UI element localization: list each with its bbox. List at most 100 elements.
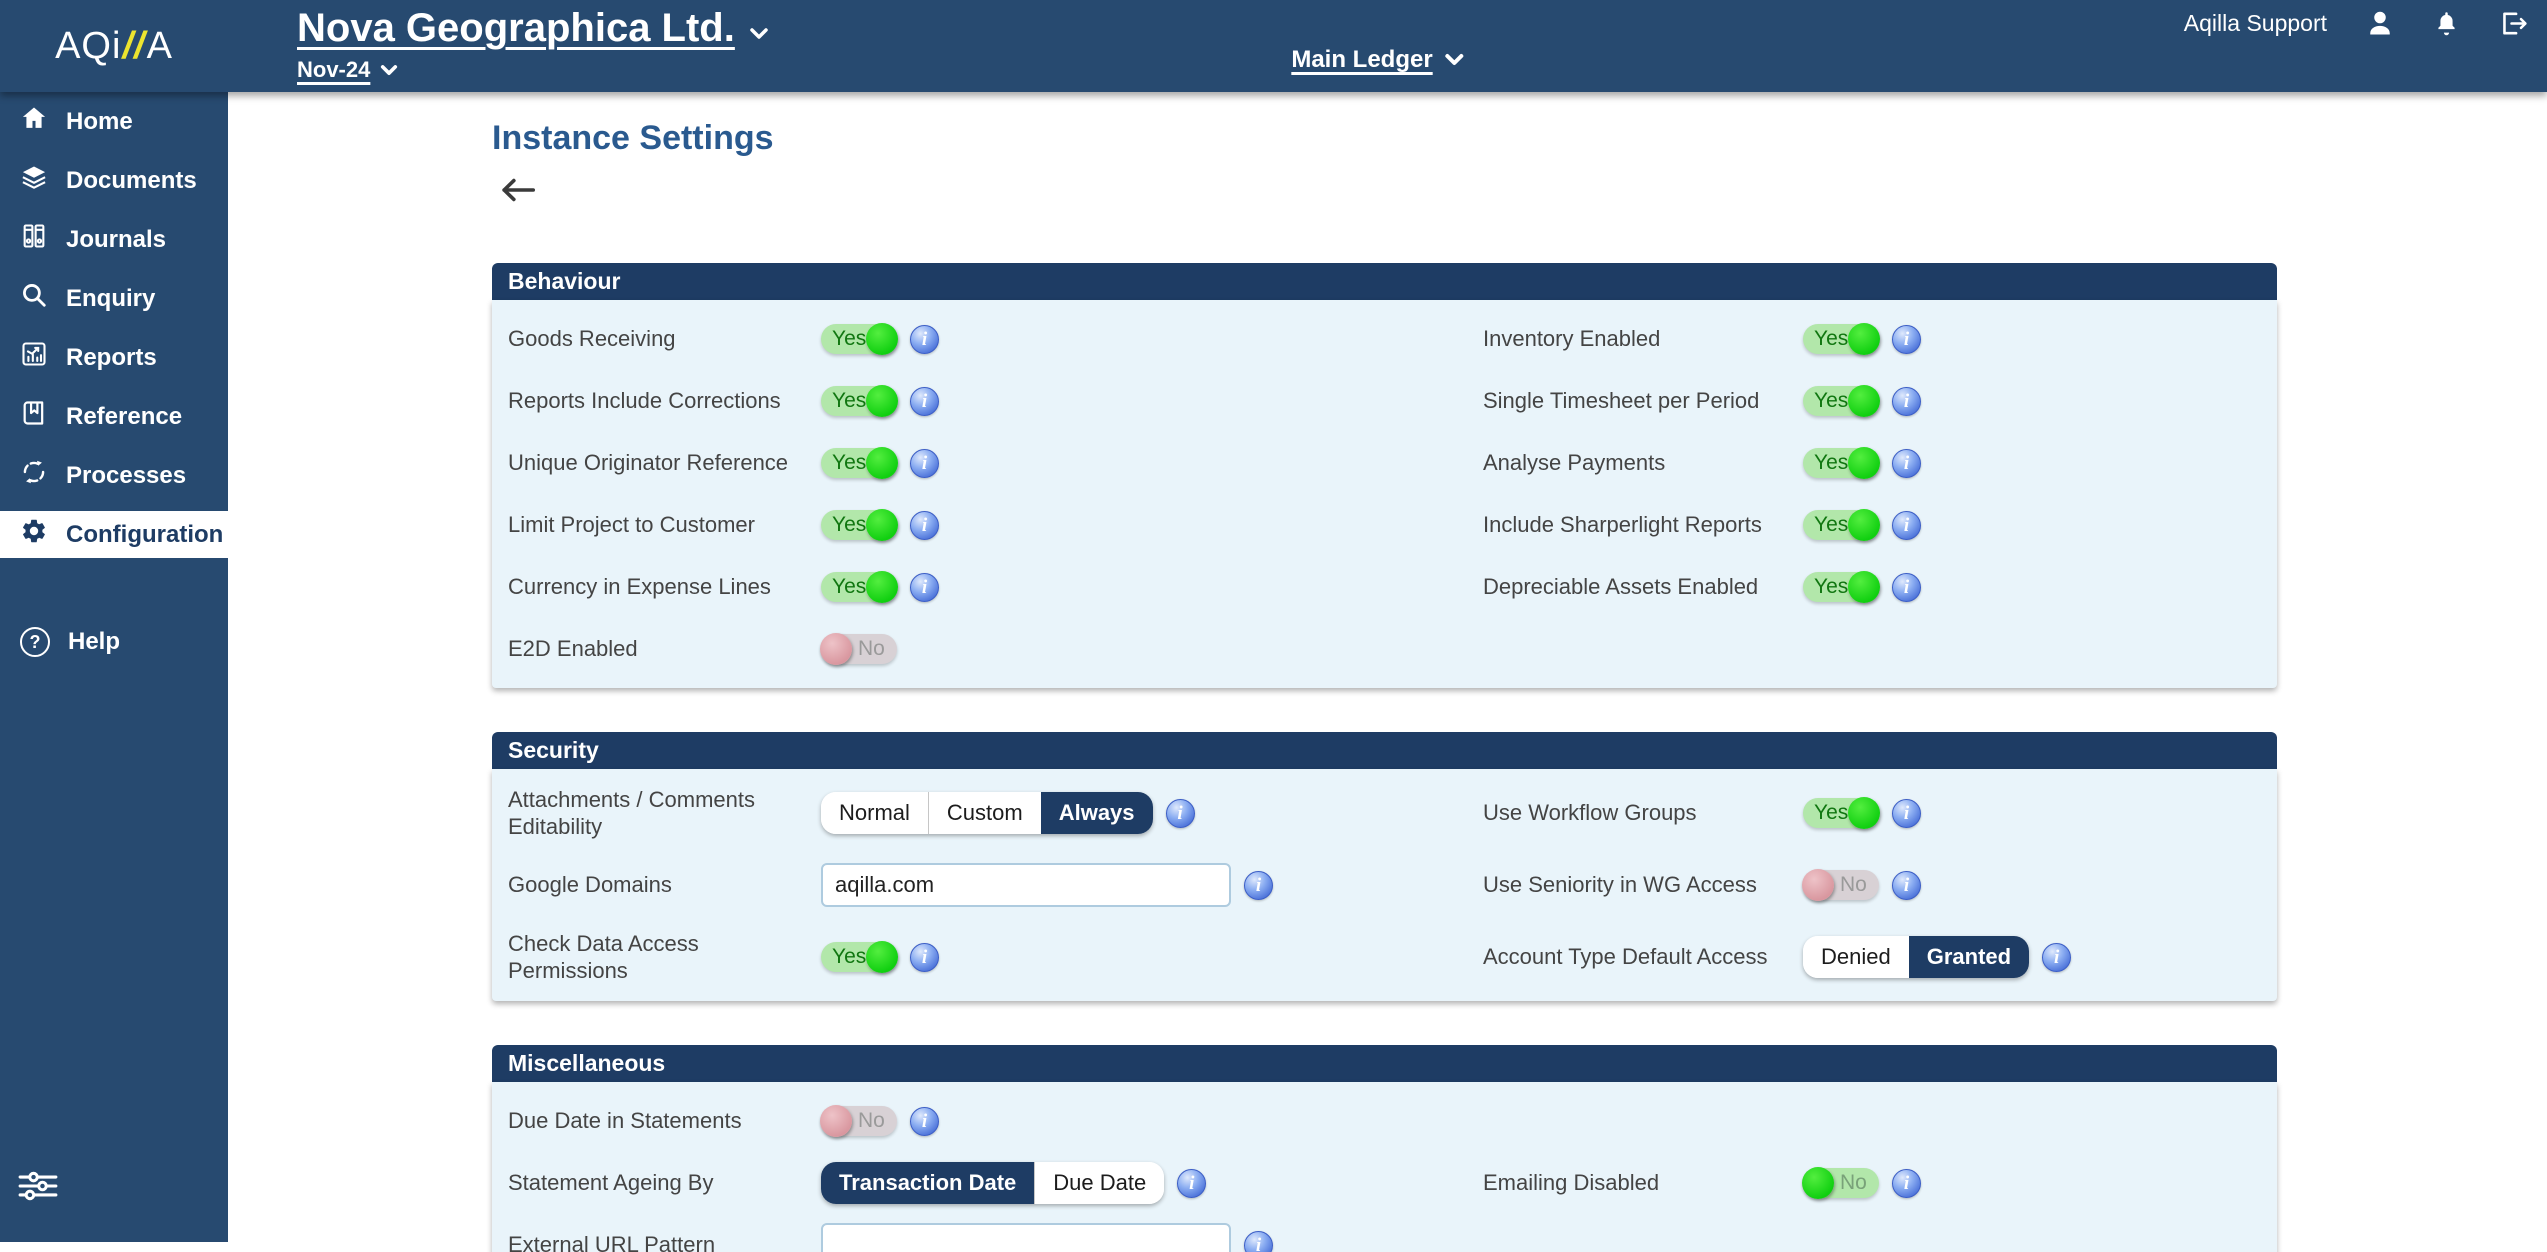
sidebar-item-enquiry[interactable]: Enquiry <box>0 269 228 328</box>
sidebar-item-label: Enquiry <box>66 285 155 313</box>
info-icon[interactable] <box>1892 871 1921 900</box>
sidebar-item-label: Processes <box>66 462 186 490</box>
info-icon[interactable] <box>910 325 939 354</box>
back-arrow-button[interactable] <box>500 176 536 209</box>
google-domains-input[interactable] <box>821 863 1231 907</box>
app-logo[interactable]: AQi//A <box>0 0 228 92</box>
info-icon[interactable] <box>910 511 939 540</box>
setting-label: Attachments / Comments Editability <box>508 786 821 841</box>
info-icon[interactable] <box>910 943 939 972</box>
info-icon[interactable] <box>910 387 939 416</box>
period-dropdown[interactable]: Nov-24 <box>297 57 769 83</box>
page-title: Instance Settings <box>492 118 2547 158</box>
info-icon[interactable] <box>910 1107 939 1136</box>
sidebar-item-journals[interactable]: Journals <box>0 210 228 269</box>
sidebar-item-label: Documents <box>66 167 197 195</box>
inventory-enabled-toggle[interactable]: Yes <box>1803 324 1879 354</box>
emailing-disabled-toggle[interactable]: No <box>1803 1168 1879 1198</box>
toggle-state-label: No <box>858 1106 885 1136</box>
toggle-knob <box>1848 323 1880 355</box>
setting-label: Inventory Enabled <box>1483 325 1803 353</box>
info-icon[interactable] <box>910 573 939 602</box>
user-name[interactable]: Aqilla Support <box>2184 10 2327 37</box>
toggle-state-label: No <box>1840 870 1867 900</box>
toggle-state-label: Yes <box>832 386 866 416</box>
top-bar: AQi//A Nova Geographica Ltd. Nov-24 Main… <box>0 0 2547 92</box>
info-icon[interactable] <box>1166 799 1195 828</box>
single-timesheet-per-period-toggle[interactable]: Yes <box>1803 386 1879 416</box>
segment-option-denied[interactable]: Denied <box>1803 936 1909 978</box>
sidebar-item-configuration[interactable]: Configuration <box>0 511 228 558</box>
settings-row: Unique Originator Reference Yes Analyse … <box>492 432 2277 494</box>
sidebar-item-processes[interactable]: Processes <box>0 446 228 505</box>
toggle-state-label: Yes <box>1814 572 1848 602</box>
info-icon[interactable] <box>1892 799 1921 828</box>
toggle-knob <box>1802 869 1834 901</box>
segment-option-custom[interactable]: Custom <box>928 792 1041 834</box>
check-data-access-permissions-toggle[interactable]: Yes <box>821 942 897 972</box>
info-icon[interactable] <box>1892 325 1921 354</box>
currency-in-expense-lines-toggle[interactable]: Yes <box>821 572 897 602</box>
toggle-knob <box>1848 797 1880 829</box>
sidebar-item-help[interactable]: Help <box>0 612 228 671</box>
info-icon[interactable] <box>1244 1231 1273 1252</box>
use-workflow-groups-toggle[interactable]: Yes <box>1803 798 1879 828</box>
settings-row: Attachments / Comments Editability Norma… <box>492 777 2277 849</box>
sidebar-item-home[interactable]: Home <box>0 92 228 151</box>
limit-project-to-customer-toggle[interactable]: Yes <box>821 510 897 540</box>
ledger-dropdown[interactable]: Main Ledger <box>1291 46 1464 74</box>
toggle-knob <box>820 633 852 665</box>
period-label: Nov-24 <box>297 57 370 83</box>
statement-ageing-by-segmented: Transaction Date Due Date <box>821 1162 1164 1204</box>
toggle-knob <box>1848 509 1880 541</box>
segment-option-granted[interactable]: Granted <box>1909 936 2029 978</box>
info-icon[interactable] <box>1892 573 1921 602</box>
info-icon[interactable] <box>1244 871 1273 900</box>
sidebar-item-reference[interactable]: Reference <box>0 387 228 446</box>
gear-icon <box>20 517 48 552</box>
goods-receiving-toggle[interactable]: Yes <box>821 324 897 354</box>
unique-originator-reference-toggle[interactable]: Yes <box>821 448 897 478</box>
info-icon[interactable] <box>1892 511 1921 540</box>
sidebar-item-reports[interactable]: Reports <box>0 328 228 387</box>
analyse-payments-toggle[interactable]: Yes <box>1803 448 1879 478</box>
sidebar-preferences-sliders-icon[interactable] <box>16 1169 60 1208</box>
toggle-state-label: Yes <box>832 448 866 478</box>
e2d-enabled-toggle[interactable]: No <box>821 634 897 664</box>
toggle-knob <box>866 385 898 417</box>
segment-option-normal[interactable]: Normal <box>821 792 928 834</box>
ledger-label: Main Ledger <box>1291 46 1432 74</box>
due-date-in-statements-toggle[interactable]: No <box>821 1106 897 1136</box>
reports-include-corrections-toggle[interactable]: Yes <box>821 386 897 416</box>
logo-text: AQi <box>55 25 121 68</box>
setting-label: Google Domains <box>508 871 821 899</box>
sidebar-item-label: Reference <box>66 403 182 431</box>
setting-label: Due Date in Statements <box>508 1107 821 1135</box>
include-sharperlight-reports-toggle[interactable]: Yes <box>1803 510 1879 540</box>
segment-option-transaction-date[interactable]: Transaction Date <box>821 1162 1034 1204</box>
setting-label: E2D Enabled <box>508 635 821 663</box>
segment-option-always[interactable]: Always <box>1041 792 1153 834</box>
company-dropdown[interactable]: Nova Geographica Ltd. <box>297 6 769 51</box>
info-icon[interactable] <box>910 449 939 478</box>
external-url-pattern-input[interactable] <box>821 1223 1231 1252</box>
toggle-knob <box>820 1105 852 1137</box>
setting-label: Emailing Disabled <box>1483 1169 1803 1197</box>
logo-slashes: // <box>121 25 146 68</box>
segment-option-due-date[interactable]: Due Date <box>1034 1162 1164 1204</box>
notifications-bell-icon[interactable] <box>2433 9 2460 38</box>
info-icon[interactable] <box>1892 387 1921 416</box>
user-profile-icon[interactable] <box>2365 8 2395 38</box>
info-icon[interactable] <box>1892 1169 1921 1198</box>
logout-icon[interactable] <box>2498 8 2529 39</box>
info-icon[interactable] <box>2042 943 2071 972</box>
documents-icon <box>20 163 48 198</box>
company-name: Nova Geographica Ltd. <box>297 6 735 51</box>
info-icon[interactable] <box>1177 1169 1206 1198</box>
depreciable-assets-enabled-toggle[interactable]: Yes <box>1803 572 1879 602</box>
section-body: Attachments / Comments Editability Norma… <box>492 769 2277 1001</box>
sidebar-item-documents[interactable]: Documents <box>0 151 228 210</box>
settings-row: Statement Ageing By Transaction Date Due… <box>492 1152 2277 1214</box>
use-seniority-in-wg-access-toggle[interactable]: No <box>1803 870 1879 900</box>
info-icon[interactable] <box>1892 449 1921 478</box>
